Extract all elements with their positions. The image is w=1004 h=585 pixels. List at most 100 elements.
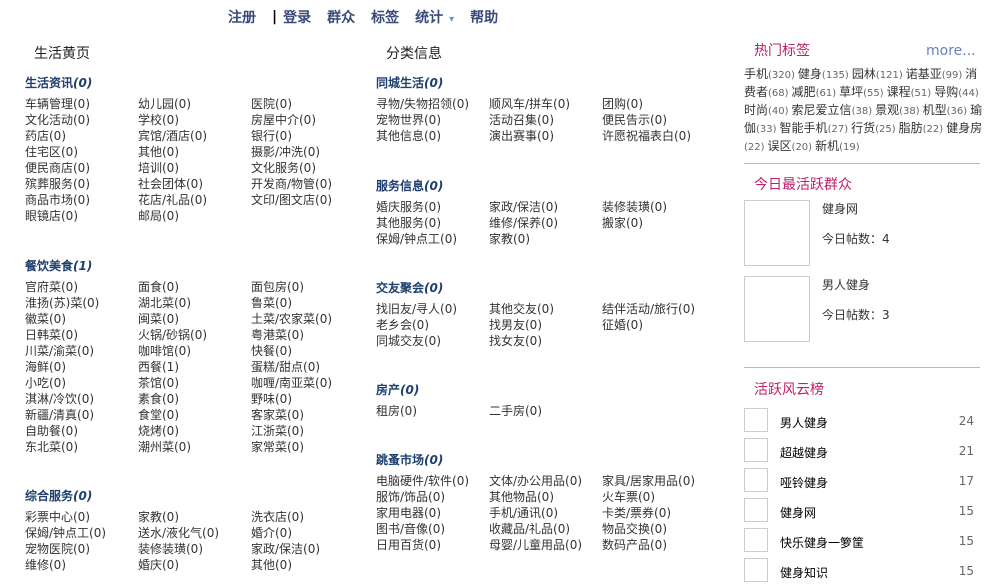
avatar[interactable] bbox=[744, 200, 810, 266]
category-link[interactable]: 徽菜(0) bbox=[25, 311, 138, 327]
category-link[interactable]: 租房(0) bbox=[376, 403, 489, 419]
category-link[interactable]: 寻物/失物招领(0) bbox=[376, 96, 489, 112]
category-link[interactable]: 医院(0) bbox=[251, 96, 364, 112]
category-link[interactable]: 茶馆(0) bbox=[138, 375, 251, 391]
more-tags-link[interactable]: more... bbox=[926, 43, 976, 59]
category-link[interactable]: 小吃(0) bbox=[25, 375, 138, 391]
ranking-item[interactable]: 健身网 15 bbox=[744, 498, 974, 524]
tag-link[interactable]: 草坪 bbox=[839, 85, 863, 99]
category-link[interactable]: 文化活动(0) bbox=[25, 112, 138, 128]
category-link[interactable]: 湖北菜(0) bbox=[138, 295, 251, 311]
category-link[interactable]: 文印/图文店(0) bbox=[251, 192, 364, 208]
category-link[interactable]: 日韩菜(0) bbox=[25, 327, 138, 343]
tag-link[interactable]: 智能手机 bbox=[780, 121, 828, 135]
section-title[interactable]: 服务信息(0) bbox=[376, 177, 715, 193]
category-link[interactable]: 便民商店(0) bbox=[25, 160, 138, 176]
tag-link[interactable]: 新机 bbox=[815, 139, 839, 153]
category-link[interactable]: 自助餐(0) bbox=[25, 423, 138, 439]
category-link[interactable]: 找女友(0) bbox=[489, 333, 602, 349]
category-link[interactable]: 找旧友/寻人(0) bbox=[376, 301, 489, 317]
category-link[interactable]: 家用电器(0) bbox=[376, 505, 489, 521]
category-link[interactable]: 家政/保洁(0) bbox=[489, 199, 602, 215]
avatar[interactable] bbox=[744, 438, 768, 462]
category-link[interactable]: 同城交友(0) bbox=[376, 333, 489, 349]
category-link[interactable]: 保姆/钟点工(0) bbox=[25, 525, 138, 541]
category-link[interactable]: 培训(0) bbox=[138, 160, 251, 176]
category-link[interactable]: 家具/居家用品(0) bbox=[602, 473, 715, 489]
category-link[interactable]: 婚庆服务(0) bbox=[376, 199, 489, 215]
category-link[interactable]: 蛋糕/甜点(0) bbox=[251, 359, 364, 375]
category-link[interactable]: 药店(0) bbox=[25, 128, 138, 144]
tag-link[interactable]: 减肥 bbox=[792, 85, 816, 99]
category-link[interactable]: 维修(0) bbox=[25, 557, 138, 573]
category-link[interactable]: 东北菜(0) bbox=[25, 439, 138, 455]
category-link[interactable]: 住宅区(0) bbox=[25, 144, 138, 160]
category-link[interactable]: 潮州菜(0) bbox=[138, 439, 251, 455]
category-link[interactable]: 食堂(0) bbox=[138, 407, 251, 423]
category-link[interactable]: 火锅/砂锅(0) bbox=[138, 327, 251, 343]
nav-tags[interactable]: 标签 bbox=[371, 7, 399, 27]
category-link[interactable]: 面包房(0) bbox=[251, 279, 364, 295]
category-link[interactable]: 土菜/农家菜(0) bbox=[251, 311, 364, 327]
section-title[interactable]: 生活资讯(0) bbox=[25, 74, 364, 90]
category-link[interactable]: 母婴/儿童用品(0) bbox=[489, 537, 602, 553]
tag-link[interactable]: 手机 bbox=[744, 67, 768, 81]
tag-link[interactable]: 园林 bbox=[852, 67, 876, 81]
category-link[interactable]: 便民告示(0) bbox=[602, 112, 715, 128]
category-link[interactable]: 西餐(1) bbox=[138, 359, 251, 375]
category-link[interactable]: 其他物品(0) bbox=[489, 489, 602, 505]
tag-link[interactable]: 诺基亚 bbox=[906, 67, 942, 81]
category-link[interactable]: 幼儿园(0) bbox=[138, 96, 251, 112]
category-link[interactable]: 老乡会(0) bbox=[376, 317, 489, 333]
avatar[interactable] bbox=[744, 468, 768, 492]
category-link[interactable]: 咖啡馆(0) bbox=[138, 343, 251, 359]
category-link[interactable]: 其他交友(0) bbox=[489, 301, 602, 317]
category-link[interactable]: 鲁菜(0) bbox=[251, 295, 364, 311]
section-title[interactable]: 交友聚会(0) bbox=[376, 279, 715, 295]
category-link[interactable]: 其他(0) bbox=[138, 144, 251, 160]
ranking-item[interactable]: 超越健身 21 bbox=[744, 438, 974, 464]
section-title[interactable]: 同城生活(0) bbox=[376, 74, 715, 90]
category-link[interactable]: 淮扬(苏)菜(0) bbox=[25, 295, 138, 311]
category-link[interactable]: 野味(0) bbox=[251, 391, 364, 407]
category-link[interactable]: 快餐(0) bbox=[251, 343, 364, 359]
nav-help[interactable]: 帮助 bbox=[470, 7, 498, 27]
nav-groups[interactable]: 群众 bbox=[327, 7, 355, 27]
category-link[interactable]: 宾馆/酒店(0) bbox=[138, 128, 251, 144]
category-link[interactable]: 顺风车/拼车(0) bbox=[489, 96, 602, 112]
tag-link[interactable]: 行货 bbox=[851, 121, 875, 135]
category-link[interactable]: 宠物医院(0) bbox=[25, 541, 138, 557]
category-link[interactable]: 结伴活动/旅行(0) bbox=[602, 301, 715, 317]
category-link[interactable]: 洗衣店(0) bbox=[251, 509, 364, 525]
category-link[interactable]: 团购(0) bbox=[602, 96, 715, 112]
category-link[interactable]: 商品市场(0) bbox=[25, 192, 138, 208]
ranking-name[interactable]: 哑铃健身 bbox=[780, 474, 828, 491]
avatar[interactable] bbox=[744, 276, 810, 342]
category-link[interactable]: 房屋中介(0) bbox=[251, 112, 364, 128]
ranking-name[interactable]: 健身网 bbox=[780, 504, 816, 521]
category-link[interactable]: 川菜/渝菜(0) bbox=[25, 343, 138, 359]
avatar[interactable] bbox=[744, 528, 768, 552]
category-link[interactable]: 家常菜(0) bbox=[251, 439, 364, 455]
category-link[interactable]: 送水/液化气(0) bbox=[138, 525, 251, 541]
tag-link[interactable]: 时尚 bbox=[744, 103, 768, 117]
group-name[interactable]: 男人健身 bbox=[822, 276, 870, 293]
category-link[interactable]: 开发商/物管(0) bbox=[251, 176, 364, 192]
category-link[interactable]: 其他信息(0) bbox=[376, 128, 489, 144]
category-link[interactable]: 殡葬服务(0) bbox=[25, 176, 138, 192]
tag-link[interactable]: 导购 bbox=[934, 85, 958, 99]
ranking-name[interactable]: 超越健身 bbox=[780, 444, 828, 461]
category-link[interactable]: 服饰/饰品(0) bbox=[376, 489, 489, 505]
category-link[interactable]: 手机/通讯(0) bbox=[489, 505, 602, 521]
category-link[interactable]: 咖喱/南亚菜(0) bbox=[251, 375, 364, 391]
category-link[interactable]: 其他服务(0) bbox=[376, 215, 489, 231]
category-link[interactable]: 家政/保洁(0) bbox=[251, 541, 364, 557]
nav-register[interactable]: 注册 bbox=[228, 7, 256, 27]
avatar[interactable] bbox=[744, 408, 768, 432]
category-link[interactable]: 收藏品/礼品(0) bbox=[489, 521, 602, 537]
category-link[interactable]: 眼镜店(0) bbox=[25, 208, 138, 224]
chevron-down-icon[interactable]: ▾ bbox=[449, 14, 454, 25]
category-link[interactable]: 装修装璜(0) bbox=[138, 541, 251, 557]
category-link[interactable]: 面食(0) bbox=[138, 279, 251, 295]
category-link[interactable]: 彩票中心(0) bbox=[25, 509, 138, 525]
